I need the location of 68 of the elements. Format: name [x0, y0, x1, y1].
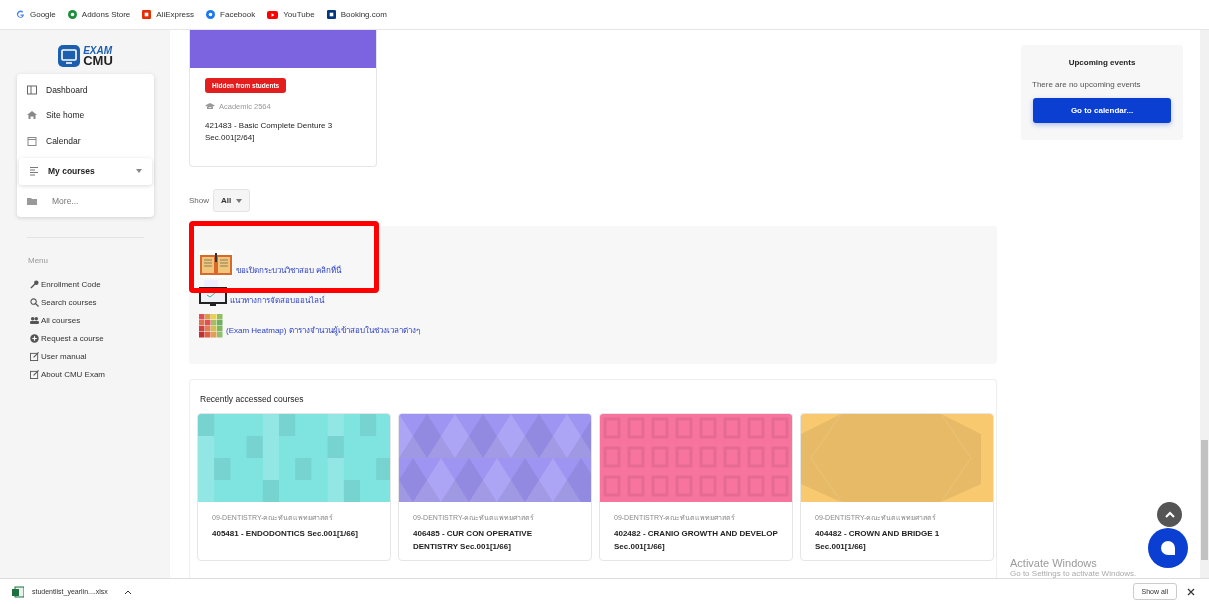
- dashboard-icon: [27, 84, 37, 95]
- list-icon: [29, 166, 39, 176]
- nav-item[interactable]: More...: [17, 188, 154, 214]
- bookmark-link[interactable]: Booking.com: [326, 10, 387, 19]
- plus-circle-icon: [30, 333, 39, 343]
- menu-link[interactable]: All courses: [30, 311, 154, 329]
- resource-link[interactable]: ขอเปิดกระบวนวิชาสอบ คลิกที่นี่: [236, 264, 342, 277]
- monitor-icon: [199, 280, 227, 308]
- home-icon: [27, 110, 37, 121]
- edit-icon: [30, 369, 39, 379]
- chat-bubble-icon: [1160, 540, 1176, 556]
- events-message: There are no upcoming events: [1032, 80, 1141, 89]
- scrollbar[interactable]: [1200, 30, 1209, 578]
- activation-hint: Go to Settings to activate Windows.: [1010, 569, 1137, 578]
- scrollbar-thumb[interactable]: [1201, 440, 1208, 560]
- resource-link[interactable]: (Exam Heatmap) ตารางจำนวนผู้เข้าสอบในช่วงเวลาต่างๆ: [226, 324, 420, 337]
- nav-item[interactable]: My courses: [19, 157, 152, 185]
- bookmark-link[interactable]: YouTube: [267, 10, 315, 19]
- open-book-icon: [199, 250, 233, 278]
- events-heading: Upcoming events: [1068, 58, 1136, 67]
- menu-link[interactable]: Search courses: [30, 293, 154, 311]
- show-dropdown[interactable]: All: [213, 189, 251, 212]
- search-icon: [30, 297, 39, 307]
- menu-heading: Menu: [28, 256, 49, 265]
- square-logo-icon: [142, 10, 152, 19]
- nav-item[interactable]: Dashboard: [17, 77, 154, 103]
- menu-link[interactable]: Request a course: [30, 329, 154, 347]
- edit-icon: [30, 351, 39, 361]
- nav-item[interactable]: Calendar: [17, 128, 154, 154]
- circle-logo-icon: [67, 10, 77, 19]
- play-logo-icon: [267, 10, 279, 19]
- spreadsheet-file-icon: [12, 585, 24, 598]
- resource-link[interactable]: แนวทางการจัดสอบออนไลน์: [230, 294, 324, 307]
- course-title: 404482 - CROWN AND BRIDGE 1 Sec.001[1/66]: [815, 528, 941, 553]
- menu-link[interactable]: User manual: [30, 347, 154, 365]
- course-title: 405481 - ENDODONTICS Sec.001[1/66]: [212, 528, 359, 540]
- course-title: 421483 - Basic Complete Denture 3 Sec.001[2/64]: [205, 120, 334, 144]
- exam-logo-icon: [58, 45, 81, 67]
- course-title: 406485 - CUR CON OPERATIVE DENTISTRY Sec.001[1/66]: [413, 528, 533, 553]
- bookmark-link[interactable]: AliExpress: [142, 10, 195, 19]
- g-logo-icon: [16, 10, 25, 19]
- close-icon: [1187, 587, 1195, 596]
- caret-icon: [236, 198, 243, 203]
- caret-up-icon: [123, 588, 132, 595]
- menu-link[interactable]: About CMU Exam: [30, 365, 154, 383]
- people-icon: [30, 315, 39, 325]
- activation-title: Activate Windows: [1010, 557, 1098, 569]
- circle-logo-icon: [206, 10, 216, 19]
- show-label: Show: [189, 196, 209, 205]
- folder-icon: [27, 196, 37, 207]
- course-title: 402482 - CRANIO GROWTH AND DEVELOP Sec.001[1/66]: [614, 528, 778, 553]
- square-logo-icon: [326, 10, 336, 19]
- calendar-button[interactable]: Go to calendar...: [1033, 98, 1171, 123]
- calendar-icon: [27, 135, 37, 146]
- menu-link[interactable]: Enrollment Code: [30, 275, 154, 293]
- logo-text: CMU: [83, 54, 113, 67]
- nav-item[interactable]: Site home: [17, 102, 154, 128]
- chat-button[interactable]: [1148, 528, 1188, 568]
- bookmark-link[interactable]: Addons Store: [67, 10, 131, 19]
- scroll-top-button[interactable]: [1157, 502, 1182, 527]
- key-icon: [30, 279, 39, 289]
- section-heading: Recently accessed courses: [200, 394, 305, 404]
- graduation-cap-icon: [205, 103, 215, 110]
- logo-text: EXAM: [83, 45, 113, 55]
- chevron-up-icon: [1164, 511, 1175, 518]
- bookmark-link[interactable]: Google: [16, 10, 56, 19]
- bookmark-link[interactable]: Facebook: [206, 10, 256, 19]
- heatmap-grid-icon: [199, 314, 223, 338]
